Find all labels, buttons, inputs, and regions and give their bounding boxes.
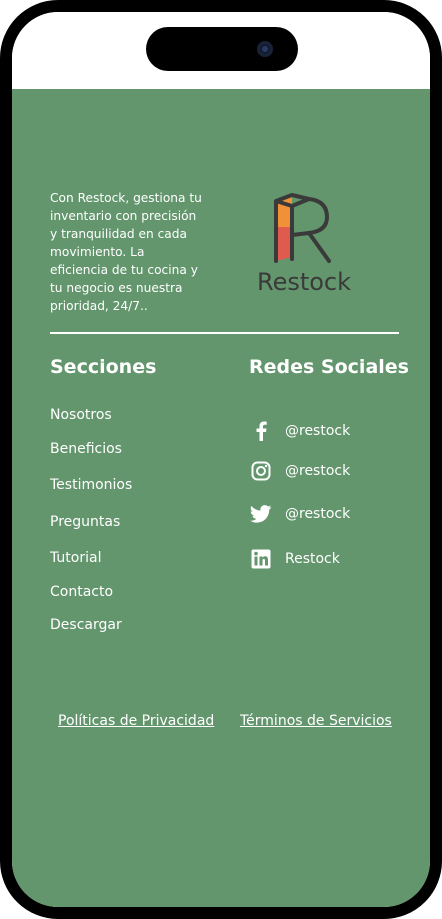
nav-link-beneficios[interactable]: Beneficios (50, 441, 122, 457)
phone-frame: Con Restock, gestiona tu inventario con … (0, 0, 442, 919)
social-instagram[interactable]: @restock (250, 459, 350, 483)
dynamic-island (146, 27, 298, 71)
nav-link-descargar[interactable]: Descargar (50, 617, 122, 633)
nav-link-preguntas[interactable]: Preguntas (50, 514, 120, 530)
nav-link-tutorial[interactable]: Tutorial (50, 550, 101, 566)
social-facebook[interactable]: @restock (250, 419, 350, 443)
sections-title: Secciones (50, 356, 157, 378)
restock-logo[interactable]: Restock (247, 179, 367, 296)
status-bar-area (12, 12, 430, 89)
intro-text: Con Restock, gestiona tu inventario con … (50, 189, 206, 315)
linkedin-handle: Restock (285, 551, 340, 567)
footer: Con Restock, gestiona tu inventario con … (12, 89, 430, 907)
footer-divider (50, 332, 399, 334)
intro-line: prioridad, 24/7.. (50, 299, 148, 313)
social-twitter[interactable]: @restock (250, 502, 350, 526)
camera-icon (257, 41, 273, 57)
facebook-handle: @restock (285, 423, 351, 439)
privacy-policy-link[interactable]: Políticas de Privacidad (58, 713, 214, 729)
intro-line: tu negocio es nuestra (50, 281, 183, 295)
intro-line: Con Restock, gestiona tu (50, 191, 202, 205)
intro-line: movimiento. La (50, 245, 145, 259)
social-title: Redes Sociales (249, 356, 409, 378)
linkedin-icon (250, 548, 272, 570)
instagram-icon (250, 460, 272, 482)
intro-line: eficiencia de tu cocina y (50, 263, 198, 277)
intro-line: y tranquilidad en cada (50, 227, 187, 241)
nav-link-testimonios[interactable]: Testimonios (50, 477, 132, 493)
logo-text: Restock (257, 268, 351, 294)
instagram-handle: @restock (285, 463, 351, 479)
nav-link-nosotros[interactable]: Nosotros (50, 407, 112, 423)
terms-of-service-link[interactable]: Términos de Servicios (240, 713, 392, 729)
social-linkedin[interactable]: Restock (250, 547, 340, 571)
twitter-handle: @restock (285, 506, 351, 522)
facebook-icon (250, 420, 272, 442)
intro-line: inventario con precisión (50, 209, 197, 223)
twitter-icon (250, 503, 272, 525)
restock-logo-mark: Restock (257, 193, 351, 296)
nav-link-contacto[interactable]: Contacto (50, 584, 113, 600)
